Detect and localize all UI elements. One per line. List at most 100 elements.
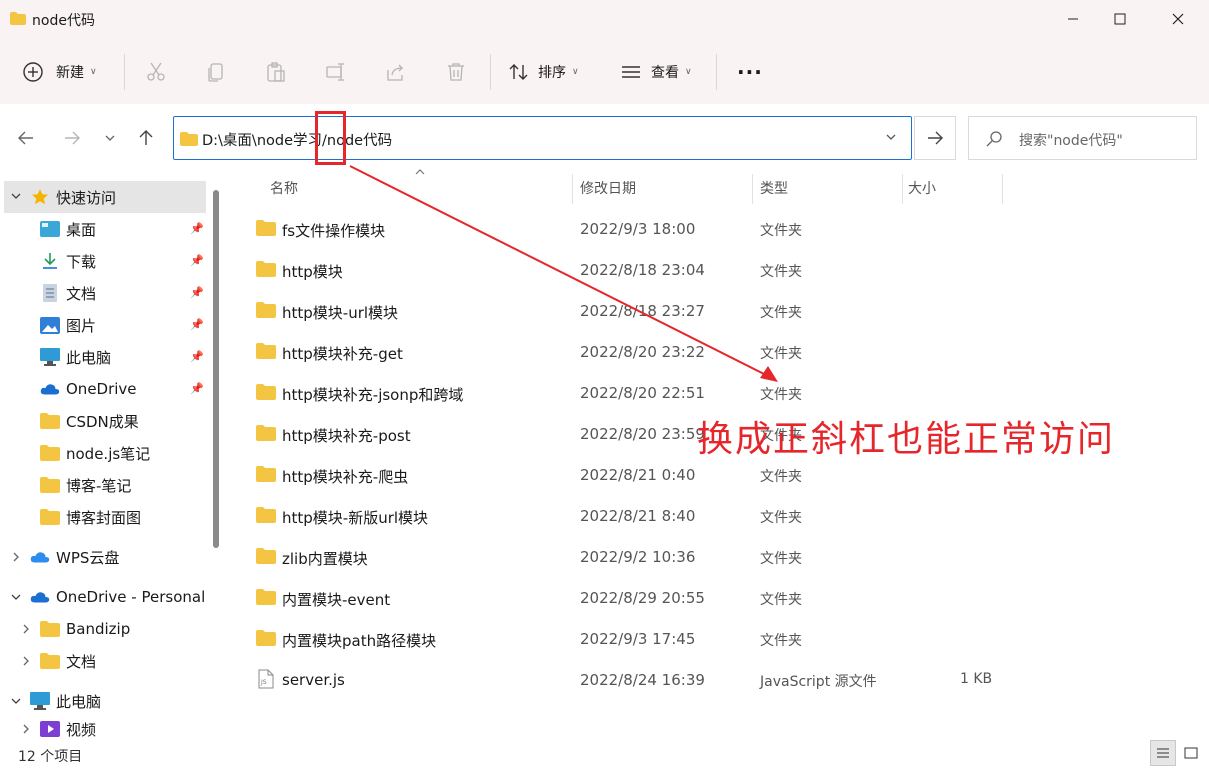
view-icon — [622, 66, 640, 78]
chevron-right-icon[interactable] — [20, 723, 40, 735]
chevron-right-icon[interactable] — [10, 551, 30, 563]
chevron-down-icon: ∨ — [572, 67, 579, 77]
back-button[interactable] — [12, 124, 40, 152]
file-date: 2022/8/20 22:51 — [580, 384, 705, 402]
computer-icon — [30, 692, 50, 710]
sidebar-item-this-pc-tree[interactable]: 此电脑 — [10, 685, 101, 717]
chevron-down-icon[interactable] — [10, 695, 30, 707]
more-button[interactable]: ··· — [737, 54, 763, 90]
file-row[interactable]: fs文件操作模块 2022/9/3 18:00 文件夹 — [230, 208, 1209, 249]
file-name: zlib内置模块 — [282, 550, 368, 568]
minimize-icon — [1068, 18, 1078, 20]
sidebar-item-this-pc[interactable]: 此电脑 — [40, 341, 111, 373]
column-divider[interactable] — [752, 174, 753, 204]
column-divider[interactable] — [1002, 174, 1003, 204]
file-row[interactable]: zlib内置模块 2022/9/2 10:36 文件夹 — [230, 536, 1209, 577]
file-row[interactable]: http模块补充-get 2022/8/20 23:22 文件夹 — [230, 331, 1209, 372]
column-type-header[interactable]: 类型 — [760, 178, 788, 198]
sidebar-scrollbar[interactable] — [213, 190, 219, 548]
file-type: 文件夹 — [760, 264, 802, 280]
file-row[interactable]: http模块补充-jsonp和跨域 2022/8/20 22:51 文件夹 — [230, 372, 1209, 413]
sidebar-item-documents[interactable]: 文档 — [40, 277, 96, 309]
chevron-down-icon — [105, 135, 115, 141]
forward-button[interactable] — [58, 124, 86, 152]
column-date-header[interactable]: 修改日期 — [580, 178, 636, 198]
chevron-right-icon[interactable] — [20, 655, 40, 667]
sidebar-item-label: 博客封面图 — [66, 508, 142, 527]
view-button[interactable]: 查看 ∨ — [620, 54, 692, 90]
file-date: 2022/8/29 20:55 — [580, 589, 705, 607]
copy-button[interactable] — [204, 60, 228, 84]
sidebar-item-onedrive-docs[interactable]: 文档 — [20, 645, 96, 677]
minimize-button[interactable] — [1050, 0, 1096, 38]
thumbnail-view-button[interactable] — [1178, 740, 1204, 766]
file-row[interactable]: 内置模块-event 2022/8/29 20:55 文件夹 — [230, 577, 1209, 618]
address-bar[interactable]: D:\桌面\node学习/node代码 — [173, 116, 912, 160]
rename-button[interactable] — [324, 60, 348, 84]
sidebar-item-label: 此电脑 — [56, 692, 102, 711]
chevron-down-icon[interactable] — [10, 591, 30, 603]
file-name: 内置模块path路径模块 — [282, 632, 437, 650]
maximize-button[interactable] — [1097, 0, 1143, 38]
pin-icon: 📌 — [190, 318, 204, 331]
file-row[interactable]: http模块-url模块 2022/8/18 23:27 文件夹 — [230, 290, 1209, 331]
file-row[interactable]: http模块 2022/8/18 23:04 文件夹 — [230, 249, 1209, 290]
ribbon-divider — [716, 54, 717, 90]
paste-button[interactable] — [264, 60, 288, 84]
sidebar-item-blog-notes[interactable]: 博客-笔记 — [40, 469, 131, 501]
sidebar-item-downloads[interactable]: 下载 — [40, 245, 96, 277]
go-button[interactable] — [914, 116, 956, 160]
chevron-right-icon[interactable] — [20, 623, 40, 635]
sort-ascending-icon — [414, 164, 426, 178]
column-size-header[interactable]: 大小 — [908, 178, 936, 198]
file-date: 2022/8/20 23:22 — [580, 343, 705, 361]
cut-button[interactable] — [144, 60, 168, 84]
file-row[interactable]: http模块-新版url模块 2022/8/21 8:40 文件夹 — [230, 495, 1209, 536]
copy-icon — [208, 63, 223, 82]
sidebar-item-onedrive-personal[interactable]: OneDrive - Personal — [10, 581, 205, 613]
sidebar-item-bandizip[interactable]: Bandizip — [20, 613, 130, 645]
share-button[interactable] — [384, 60, 408, 84]
pin-icon: 📌 — [190, 382, 204, 395]
folder-icon — [256, 548, 276, 564]
sidebar-item-label: 桌面 — [66, 220, 97, 239]
folder-icon — [40, 508, 60, 526]
file-row[interactable]: JS server.js 2022/8/24 16:39 JavaScript … — [230, 659, 1209, 700]
chevron-down-icon[interactable] — [885, 131, 897, 146]
sort-label: 排序 — [538, 65, 566, 81]
pin-icon: 📌 — [190, 350, 204, 363]
sort-icon — [509, 64, 528, 80]
annotation-highlight-box — [315, 111, 346, 165]
close-button[interactable] — [1155, 0, 1201, 38]
folder-icon — [256, 425, 276, 441]
sidebar-item-pictures[interactable]: 图片 — [40, 309, 96, 341]
sidebar-item-desktop[interactable]: 桌面 — [40, 213, 96, 245]
search-box[interactable]: 搜索"node代码" — [968, 116, 1197, 160]
sidebar-item-blog-covers[interactable]: 博客封面图 — [40, 501, 141, 533]
address-path[interactable]: D:\桌面\node学习/node代码 — [202, 129, 392, 150]
sidebar-item-videos[interactable]: 视频 — [20, 717, 96, 741]
sidebar-item-nodejs-notes[interactable]: node.js笔记 — [40, 437, 150, 469]
column-divider[interactable] — [902, 174, 903, 204]
star-icon — [30, 188, 50, 206]
recent-locations-button[interactable] — [96, 124, 124, 152]
delete-button[interactable] — [444, 60, 468, 84]
command-bar: 新建 ∨ 排序 ∨ 查看 ∨ ··· — [0, 40, 1209, 104]
column-name-header[interactable]: 名称 — [270, 178, 298, 198]
arrow-up-icon — [139, 130, 153, 145]
column-divider[interactable] — [572, 174, 573, 204]
chevron-down-icon[interactable] — [10, 190, 22, 205]
details-view-button[interactable] — [1150, 740, 1176, 766]
file-row[interactable]: 内置模块path路径模块 2022/9/3 17:45 文件夹 — [230, 618, 1209, 659]
file-name: server.js — [282, 671, 345, 689]
sidebar-quick-access[interactable]: 快速访问 — [4, 181, 206, 213]
file-name: fs文件操作模块 — [282, 222, 386, 240]
sidebar-item-csdn[interactable]: CSDN成果 — [40, 405, 139, 437]
folder-icon — [40, 476, 60, 494]
plus-circle-icon — [23, 62, 43, 82]
new-button[interactable]: 新建 ∨ — [22, 54, 97, 90]
sort-button[interactable]: 排序 ∨ — [508, 54, 579, 90]
sidebar-item-onedrive[interactable]: OneDrive — [40, 373, 137, 405]
up-button[interactable] — [132, 124, 160, 152]
sidebar-item-wps[interactable]: WPS云盘 — [10, 541, 119, 573]
